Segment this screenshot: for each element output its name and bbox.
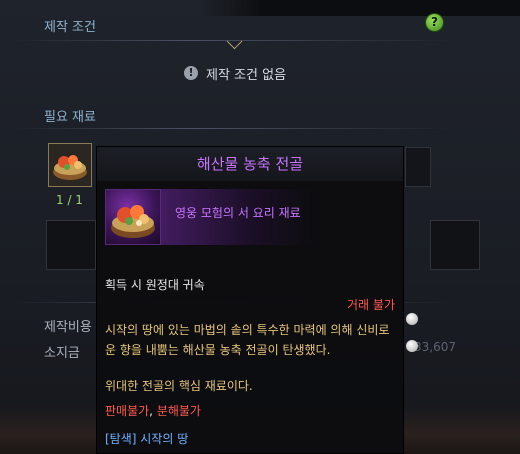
chevron-down-icon — [226, 33, 243, 50]
trade-status: 거래 불가 — [347, 298, 395, 312]
warning-icon: ! — [184, 66, 198, 80]
result-slot[interactable] — [430, 220, 480, 270]
bind-info: 획득 시 원정대 귀속 — [105, 278, 205, 292]
seafood-stew-icon — [111, 205, 155, 238]
held-gold-value: 33,607 — [414, 340, 456, 354]
separator: , — [149, 404, 157, 418]
gold-coin-icon — [406, 340, 418, 352]
condition-text: 제작 조건 없음 — [206, 67, 287, 83]
craft-cost-label: 제작비용 — [44, 320, 92, 335]
dismantle-status: 분해불가 — [156, 404, 201, 418]
sell-dismantle-status: 판매불가, 분해불가 — [105, 402, 201, 419]
top-frame-decoration — [200, 0, 520, 16]
materials-title: 필요 재료 — [44, 110, 96, 125]
material-slot[interactable] — [48, 143, 92, 187]
held-gold-label: 소지금 — [44, 346, 80, 361]
side-slot — [405, 147, 431, 187]
craft-condition: ! 제작 조건 없음 — [184, 64, 287, 83]
item-description: 시작의 땅에 있는 마법의 솥의 특수한 마력에 의해 신비로운 향을 내뿜는 … — [105, 323, 390, 357]
gold-coin-icon — [406, 313, 418, 325]
sell-status: 판매불가 — [105, 404, 150, 418]
help-icon[interactable]: ? — [426, 14, 443, 31]
material-slot-empty[interactable] — [46, 220, 96, 270]
divider — [12, 128, 456, 129]
item-tooltip: 해산물 농축 전골 영웅 모험의 서 요리 재료 획득 시 원정대 귀속 거래 … — [96, 146, 404, 454]
item-name: 해산물 농축 전골 — [196, 155, 304, 173]
item-category: 영웅 모험의 서 요리 재료 — [175, 206, 301, 220]
item-note: 위대한 전골의 핵심 재료이다. — [105, 379, 253, 393]
seafood-stew-icon — [105, 189, 161, 245]
seafood-stew-icon — [53, 155, 87, 180]
material-count: 1 / 1 — [56, 193, 83, 207]
craft-conditions-title: 제작 조건 — [44, 20, 96, 35]
explore-source: [탐색] 시작의 땅 — [105, 432, 189, 446]
